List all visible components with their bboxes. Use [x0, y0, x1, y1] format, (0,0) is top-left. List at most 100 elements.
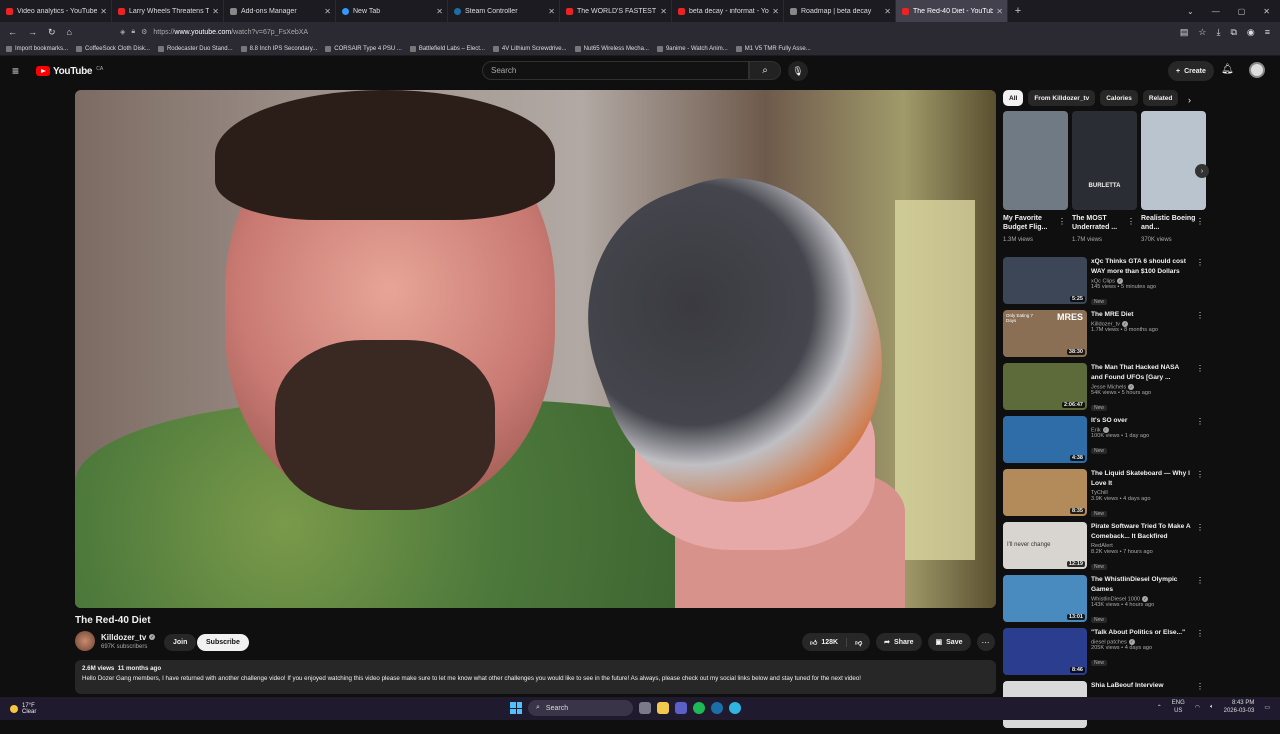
close-tab-icon[interactable]: ✕ [660, 7, 667, 16]
notification-center-icon[interactable]: ▭ [1264, 704, 1270, 711]
bookmark-item[interactable]: Rodecaster Duo Stand... [157, 45, 233, 52]
close-tab-icon[interactable]: ✕ [996, 7, 1003, 16]
dislike-button[interactable]: 👎︎ [847, 638, 870, 647]
recommendation-menu-icon[interactable]: ⋮ [1196, 258, 1204, 267]
browser-tab[interactable]: Larry Wheels Threatens To Slap✕ [112, 0, 224, 22]
bookmark-item[interactable]: CORSAIR Type 4 PSU ... [325, 45, 402, 52]
more-actions-icon[interactable]: ⋯ [976, 633, 995, 651]
close-tab-icon[interactable]: ✕ [436, 7, 443, 16]
close-tab-icon[interactable]: ✕ [884, 7, 891, 16]
close-tab-icon[interactable]: ✕ [100, 7, 107, 16]
short-card[interactable]: Realistic Boeing and... 370K views ⋮ [1141, 111, 1206, 253]
search-input[interactable]: Search [482, 61, 749, 80]
bookmark-item[interactable]: CoffeeSock Cloth Disk... [76, 45, 150, 52]
description-box[interactable]: 2.6M views 11 months ago Hello Dozer Gan… [75, 660, 996, 694]
short-card[interactable]: BURLETTA The MOST Underrated ... 1.7M view… [1072, 111, 1137, 253]
shelf-next-icon[interactable]: › [1195, 164, 1209, 178]
create-button[interactable]: + Create [1168, 61, 1214, 81]
list-tabs-icon[interactable]: ⌄ [1187, 7, 1194, 16]
browser-tab[interactable]: The Red-40 Diet - YouTube ✕ [896, 0, 1008, 22]
recommendation-menu-icon[interactable]: ⋮ [1196, 576, 1204, 585]
taskbar-search[interactable]: ⌕ Search [528, 700, 633, 716]
filter-chip[interactable]: From Killdozer_tv [1028, 90, 1096, 106]
recommendation-thumbnail[interactable]: 5:25 [1003, 257, 1087, 304]
recommendation-thumbnail[interactable]: 13:01 [1003, 575, 1087, 622]
clock[interactable]: 8:43 PM 2026-03-03 [1224, 700, 1255, 716]
steam-icon[interactable] [711, 702, 723, 714]
join-button[interactable]: Join [164, 634, 197, 651]
account-avatar[interactable] [1249, 62, 1265, 78]
permissions-icon[interactable]: ⚙ [141, 28, 147, 36]
reader-view-icon[interactable]: ▤ [1180, 27, 1189, 38]
close-tab-icon[interactable]: ✕ [772, 7, 779, 16]
url-field[interactable]: ◈ 🔒︎ ⚙ https://www.youtube.com/watch?v=6… [120, 28, 1180, 36]
browser-tab[interactable]: The WORLD'S FASTEST Gaming✕ [560, 0, 672, 22]
short-thumbnail[interactable]: BURLETTA [1072, 111, 1137, 210]
recommendation-item[interactable]: 2:06:47 The Man That Hacked NASA and Foun… [1003, 363, 1208, 416]
recommendation-item[interactable]: 13:01 The WhistlinDiesel Olympic Games Whi… [1003, 575, 1208, 628]
browser-tab[interactable]: Roadmap | beta decay ✕ [784, 0, 896, 22]
save-button[interactable]: ▣ Save [927, 633, 971, 651]
short-menu-icon[interactable]: ⋮ [1127, 217, 1135, 226]
browser-tab[interactable]: New Tab ✕ [336, 0, 448, 22]
short-thumbnail[interactable] [1003, 111, 1068, 210]
channel-avatar[interactable] [75, 631, 95, 651]
back-icon[interactable]: ← [8, 27, 17, 38]
file-explorer-icon[interactable] [657, 702, 669, 714]
youtube-logo[interactable]: YouTube CA [36, 66, 103, 77]
subscribe-button[interactable]: Subscribe [197, 634, 249, 651]
bookmark-item[interactable]: Import bookmarks... [6, 45, 68, 52]
close-window-icon[interactable]: ✕ [1263, 7, 1270, 16]
spotify-icon[interactable] [693, 702, 705, 714]
recommendation-item[interactable]: MRES Only Eating 7 Days 38:30 The MRE Diet K… [1003, 310, 1208, 363]
recommendation-menu-icon[interactable]: ⋮ [1196, 470, 1204, 479]
recommendation-menu-icon[interactable]: ⋮ [1196, 417, 1204, 426]
browser-icon[interactable] [729, 702, 741, 714]
downloads-icon[interactable]: ⤓ [1216, 27, 1220, 38]
minimize-icon[interactable]: — [1212, 7, 1220, 16]
menu-icon[interactable]: ≡ [1265, 27, 1270, 38]
search-button[interactable]: ⌕ [749, 61, 781, 80]
filter-chip[interactable]: All [1003, 90, 1024, 106]
recommendation-menu-icon[interactable]: ⋮ [1196, 364, 1204, 373]
recommendation-menu-icon[interactable]: ⋮ [1196, 682, 1204, 691]
short-menu-icon[interactable]: ⋮ [1058, 217, 1066, 226]
recommendation-item[interactable]: 8:35 The Liquid Skateboard — Why I Love I… [1003, 469, 1208, 522]
bookmark-item[interactable]: Nut65 Wireless Mecha... [574, 45, 649, 52]
maximize-icon[interactable]: ▢ [1238, 7, 1246, 16]
bookmark-item[interactable]: M1 V5 TMR Fully Asse... [735, 45, 811, 52]
extensions-icon[interactable]: ⧉ [1230, 27, 1236, 38]
task-view-icon[interactable] [639, 702, 651, 714]
reload-icon[interactable]: ↻ [48, 27, 56, 38]
channel-name[interactable]: Killdozer_tv [101, 633, 146, 642]
browser-tab[interactable]: beta decay - informat - YouTube✕ [672, 0, 784, 22]
recommendation-menu-icon[interactable]: ⋮ [1196, 629, 1204, 638]
tray-overflow-icon[interactable]: ⌃ [1157, 704, 1162, 711]
voice-search-icon[interactable]: 🎙︎ [788, 61, 808, 81]
shield-icon[interactable]: ◈ [120, 28, 125, 36]
filter-chip[interactable]: Calories [1100, 90, 1138, 106]
browser-tab[interactable]: Steam Controller ✕ [448, 0, 560, 22]
recommendation-thumbnail[interactable]: 4:38 [1003, 416, 1087, 463]
browser-tab[interactable]: Add-ons Manager ✕ [224, 0, 336, 22]
recommendation-thumbnail[interactable]: 2:06:47 [1003, 363, 1087, 410]
recommendation-thumbnail[interactable]: 8:46 [1003, 628, 1087, 675]
recommendation-thumbnail[interactable]: I'll never change 12:19 [1003, 522, 1087, 569]
notifications-bell-icon[interactable]: 🔔︎ [1221, 64, 1234, 75]
bookmark-item[interactable]: 9anime - Watch Anim... [656, 45, 728, 52]
lock-icon[interactable]: 🔒︎ [131, 28, 135, 36]
bookmark-star-icon[interactable]: ☆ [1198, 27, 1206, 38]
wifi-icon[interactable]: ◠ [1195, 704, 1200, 711]
bookmark-item[interactable]: 4V Lithium Screwdrive... [492, 45, 567, 52]
recommendation-item[interactable]: I'll never change 12:19 Pirate Software Tr… [1003, 522, 1208, 575]
short-thumbnail[interactable] [1141, 111, 1206, 210]
close-tab-icon[interactable]: ✕ [324, 7, 331, 16]
hamburger-menu-icon[interactable]: ≡ [12, 64, 22, 78]
close-tab-icon[interactable]: ✕ [212, 7, 219, 16]
forward-icon[interactable]: → [28, 27, 37, 38]
weather-widget[interactable]: 17°F Clear [10, 703, 36, 715]
language-indicator[interactable]: ENG US [1172, 700, 1185, 716]
recommendation-menu-icon[interactable]: ⋮ [1196, 311, 1204, 320]
close-tab-icon[interactable]: ✕ [548, 7, 555, 16]
account-icon[interactable]: ◉ [1247, 27, 1255, 38]
